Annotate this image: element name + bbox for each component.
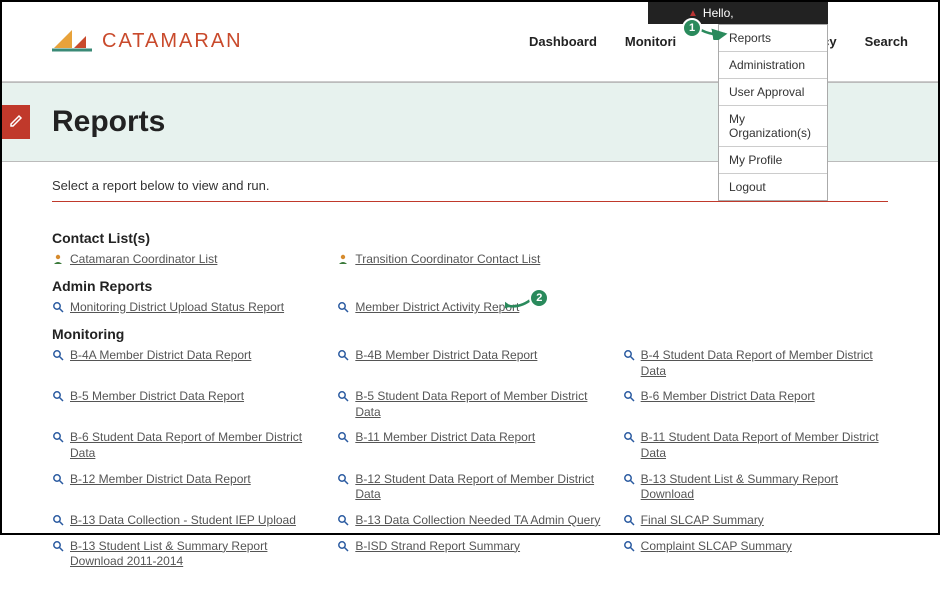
side-tab-button[interactable] xyxy=(2,105,30,139)
monitoring-report-link[interactable]: B-4 Student Data Report of Member Distri… xyxy=(641,348,888,379)
list-item: B-6 Student Data Report of Member Distri… xyxy=(52,430,317,461)
magnifier-icon xyxy=(337,301,351,316)
admin-reports-grid: Monitoring District Upload Status Report… xyxy=(52,300,888,316)
monitoring-report-link[interactable]: B-11 Student Data Report of Member Distr… xyxy=(641,430,888,461)
contact-transition-coordinator[interactable]: Transition Coordinator Contact List xyxy=(355,252,540,268)
magnifier-icon xyxy=(337,514,351,529)
callout-badge-1: 1 xyxy=(682,18,702,38)
list-item: B-4A Member District Data Report xyxy=(52,348,317,379)
list-item: B-4 Student Data Report of Member Distri… xyxy=(623,348,888,379)
magnifier-icon xyxy=(52,301,66,316)
dropdown-administration[interactable]: Administration xyxy=(719,52,827,79)
greeting-text: Hello, xyxy=(703,6,734,20)
brand-logo[interactable]: CATAMARAN xyxy=(52,26,243,57)
list-item: B-5 Member District Data Report xyxy=(52,389,317,420)
list-item: B-13 Student List & Summary Report Downl… xyxy=(623,472,888,503)
monitoring-report-link[interactable]: Final SLCAP Summary xyxy=(641,513,764,529)
magnifier-icon xyxy=(337,349,351,364)
monitoring-report-link[interactable]: B-5 Student Data Report of Member Distri… xyxy=(355,389,602,420)
list-item: Member District Activity Report 2 xyxy=(337,300,602,316)
magnifier-icon xyxy=(623,390,637,405)
brand-name: CATAMARAN xyxy=(102,30,243,53)
magnifier-icon xyxy=(52,390,66,405)
monitoring-report-link[interactable]: B-13 Data Collection - Student IEP Uploa… xyxy=(70,513,296,529)
monitoring-report-link[interactable]: B-6 Member District Data Report xyxy=(641,389,815,405)
section-monitoring-title: Monitoring xyxy=(52,326,888,342)
magnifier-icon xyxy=(623,473,637,488)
nav-monitoring[interactable]: Monitori xyxy=(625,34,676,49)
list-item: B-5 Student Data Report of Member Distri… xyxy=(337,389,602,420)
list-item: B-11 Student Data Report of Member Distr… xyxy=(623,430,888,461)
monitoring-report-link[interactable]: B-6 Student Data Report of Member Distri… xyxy=(70,430,317,461)
magnifier-icon xyxy=(623,431,637,446)
dropdown-user-approval[interactable]: User Approval xyxy=(719,79,827,106)
nav-dashboard[interactable]: Dashboard xyxy=(529,34,597,49)
list-item: Complaint SLCAP Summary xyxy=(623,539,888,570)
magnifier-icon xyxy=(623,349,637,364)
list-item: Monitoring District Upload Status Report xyxy=(52,300,317,316)
magnifier-icon xyxy=(52,431,66,446)
dropdown-my-profile[interactable]: My Profile xyxy=(719,147,827,174)
catamaran-logo-icon xyxy=(52,26,92,57)
dropdown-my-organizations[interactable]: My Organization(s) xyxy=(719,106,827,147)
content-area: Select a report below to view and run. C… xyxy=(2,162,938,600)
dropdown-reports[interactable]: Reports xyxy=(719,25,827,52)
monitoring-report-link[interactable]: B-12 Student Data Report of Member Distr… xyxy=(355,472,602,503)
user-icon: ▲ xyxy=(688,8,698,19)
nav-search[interactable]: Search xyxy=(865,34,908,49)
list-item: B-13 Data Collection - Student IEP Uploa… xyxy=(52,513,317,529)
admin-member-district-activity[interactable]: Member District Activity Report xyxy=(355,300,519,316)
list-item: B-4B Member District Data Report xyxy=(337,348,602,379)
list-item: B-13 Data Collection Needed TA Admin Que… xyxy=(337,513,602,529)
person-icon xyxy=(52,253,66,268)
monitoring-report-link[interactable]: B-13 Student List & Summary Report Downl… xyxy=(70,539,317,570)
dropdown-logout[interactable]: Logout xyxy=(719,174,827,200)
magnifier-icon xyxy=(337,473,351,488)
list-item: B-ISD Strand Report Summary xyxy=(337,539,602,570)
monitoring-report-link[interactable]: B-ISD Strand Report Summary xyxy=(355,539,520,555)
user-dropdown: Reports Administration User Approval My … xyxy=(718,24,828,201)
list-item: B-12 Member District Data Report xyxy=(52,472,317,503)
edit-icon xyxy=(8,113,24,132)
monitoring-report-link[interactable]: B-11 Member District Data Report xyxy=(355,430,535,446)
magnifier-icon xyxy=(52,540,66,555)
magnifier-icon xyxy=(52,514,66,529)
monitoring-report-link[interactable]: B-4B Member District Data Report xyxy=(355,348,537,364)
section-contact-title: Contact List(s) xyxy=(52,230,888,246)
magnifier-icon xyxy=(52,473,66,488)
person-icon xyxy=(337,253,351,268)
list-item: B-12 Student Data Report of Member Distr… xyxy=(337,472,602,503)
monitoring-report-link[interactable]: B-5 Member District Data Report xyxy=(70,389,244,405)
monitoring-grid: B-4A Member District Data Report B-4B Mem… xyxy=(52,348,888,570)
admin-monitoring-upload-status[interactable]: Monitoring District Upload Status Report xyxy=(70,300,284,316)
magnifier-icon xyxy=(623,540,637,555)
contact-list-grid: Catamaran Coordinator List Transition Co… xyxy=(52,252,888,268)
monitoring-report-link[interactable]: B-13 Student List & Summary Report Downl… xyxy=(641,472,888,503)
monitoring-report-link[interactable]: B-12 Member District Data Report xyxy=(70,472,251,488)
monitoring-report-link[interactable]: B-13 Data Collection Needed TA Admin Que… xyxy=(355,513,600,529)
user-greeting-bar: ▲ Hello, xyxy=(648,2,828,24)
list-item: B-11 Member District Data Report xyxy=(337,430,602,461)
monitoring-report-link[interactable]: Complaint SLCAP Summary xyxy=(641,539,792,555)
magnifier-icon xyxy=(623,514,637,529)
magnifier-icon xyxy=(52,349,66,364)
callout-arrow-1 xyxy=(699,24,729,40)
list-item: Transition Coordinator Contact List xyxy=(337,252,602,268)
section-admin-title: Admin Reports xyxy=(52,278,888,294)
list-item: Catamaran Coordinator List xyxy=(52,252,317,268)
contact-catamaran-coordinator[interactable]: Catamaran Coordinator List xyxy=(70,252,217,268)
list-item: Final SLCAP Summary xyxy=(623,513,888,529)
magnifier-icon xyxy=(337,431,351,446)
magnifier-icon xyxy=(337,390,351,405)
list-item: B-6 Member District Data Report xyxy=(623,389,888,420)
callout-badge-2: 2 xyxy=(529,288,549,308)
magnifier-icon xyxy=(337,540,351,555)
monitoring-report-link[interactable]: B-4A Member District Data Report xyxy=(70,348,251,364)
list-item: B-13 Student List & Summary Report Downl… xyxy=(52,539,317,570)
